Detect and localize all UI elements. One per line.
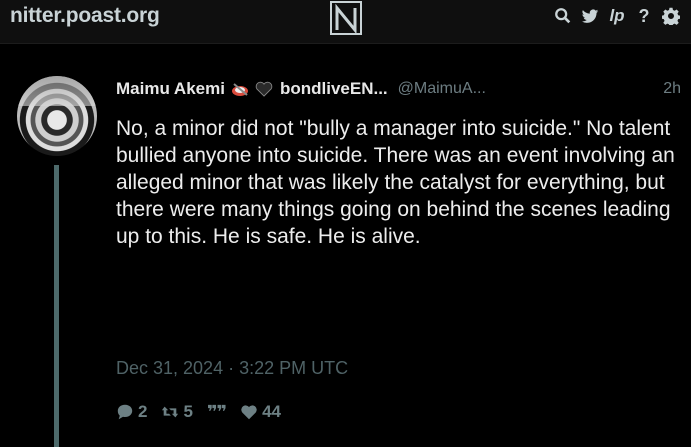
help-icon[interactable]: ?: [634, 6, 654, 26]
black-heart-icon: [255, 81, 273, 97]
site-name-link[interactable]: nitter.poast.org: [10, 4, 160, 28]
tweet-body: No, a minor did not "bully a manager int…: [116, 117, 675, 248]
nav-icons: lp ?: [553, 4, 681, 28]
likes-count: 44: [262, 402, 281, 421]
tweet-header: Maimu Akemi bondliveEN... @MaimuA... 2h: [116, 78, 681, 100]
replies-count: 2: [138, 402, 148, 421]
quote-icon[interactable]: ❞❞: [207, 402, 227, 423]
avatar[interactable]: [17, 76, 97, 156]
avatar-image: [17, 76, 97, 106]
tweet-fullname[interactable]: Maimu Akemi: [116, 79, 225, 99]
replies-stat[interactable]: 2: [116, 402, 147, 422]
tweet-username[interactable]: @MaimuA...: [398, 80, 486, 98]
retweet-icon: [162, 406, 179, 418]
search-icon[interactable]: [553, 6, 573, 26]
tweet-fullname-suffix[interactable]: bondliveEN...: [280, 79, 388, 99]
lp-icon[interactable]: lp: [607, 6, 627, 26]
gear-icon[interactable]: [661, 6, 681, 26]
tweet-time[interactable]: 2h: [663, 80, 681, 98]
flame-emoji-icon: [231, 83, 248, 96]
retweets-stat[interactable]: 5: [161, 402, 193, 422]
tweet-stats: 2 5 ❞❞ 44: [116, 401, 295, 423]
navbar: nitter.poast.org lp ?: [0, 0, 691, 44]
likes-stat[interactable]: 44: [240, 402, 281, 422]
tweet-date[interactable]: Dec 31, 2024 · 3:22 PM UTC: [116, 358, 348, 379]
comment-icon: [117, 404, 133, 420]
twitter-bird-icon[interactable]: [580, 6, 600, 26]
nitter-logo-icon[interactable]: [327, 0, 365, 38]
thread-line: [54, 165, 59, 447]
retweets-count: 5: [183, 402, 193, 421]
heart-icon: [241, 405, 257, 420]
